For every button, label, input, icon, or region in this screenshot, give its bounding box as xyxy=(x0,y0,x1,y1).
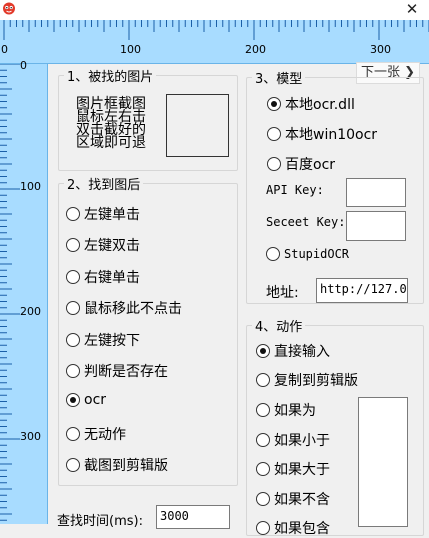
after-found-option-0[interactable]: 左键单击 xyxy=(66,204,140,224)
radio-indicator xyxy=(66,364,80,378)
condition-text-area[interactable] xyxy=(358,397,408,527)
settings-panel: 1、被找的图片 图片框截图 鼠标左右击 双击截好的 区域即可退 2、找到图后 左… xyxy=(48,62,429,537)
group-legend: 3、模型 xyxy=(255,72,303,87)
condition-option-4[interactable]: 如果包含 xyxy=(256,518,330,538)
ruler-left-label: 200 xyxy=(20,305,41,318)
address-label: 地址: xyxy=(266,285,299,301)
close-icon: ✕ xyxy=(405,0,419,18)
after-found-option-2[interactable]: 右键单击 xyxy=(66,267,140,287)
radio-label: 如果小于 xyxy=(274,432,330,449)
radio-label: ocr xyxy=(84,392,107,409)
radio-label: 截图到剪辑版 xyxy=(84,458,168,475)
address-input[interactable]: http://127.0.0.1: xyxy=(316,278,408,303)
radio-indicator xyxy=(256,373,270,387)
app-logo-icon xyxy=(3,2,15,15)
condition-option-2[interactable]: 如果大于 xyxy=(256,459,330,479)
capture-hint-text: 图片框截图 鼠标左右击 双击截好的 区域即可退 xyxy=(76,97,146,151)
radio-indicator xyxy=(267,157,281,171)
radio-indicator xyxy=(256,432,270,447)
search-time-value: 3000 xyxy=(160,509,189,523)
ruler-top-label: 100 xyxy=(120,43,141,56)
radio-label: 如果大于 xyxy=(274,462,330,478)
radio-indicator xyxy=(256,491,270,506)
after-found-option-1[interactable]: 左键双击 xyxy=(66,235,140,255)
condition-value xyxy=(359,398,407,402)
radio-label: 本地win10ocr xyxy=(285,127,378,143)
vertical-ruler-ticks xyxy=(0,64,20,521)
after-found-option-3[interactable]: 鼠标移此不点击 xyxy=(66,298,182,318)
radio-label: 复制到剪辑版 xyxy=(274,373,358,389)
radio-label: 如果包含 xyxy=(274,521,330,537)
group-legend: 4、动作 xyxy=(255,320,303,335)
radio-indicator xyxy=(256,462,270,476)
action-option-1[interactable]: 复制到剪辑版 xyxy=(256,370,358,390)
radio-label: 如果为 xyxy=(274,403,316,419)
radio-indicator xyxy=(66,238,80,253)
radio-indicator xyxy=(266,247,280,261)
hint-line: 区域即可退 xyxy=(76,135,146,151)
search-time-input[interactable]: 3000 xyxy=(156,505,230,529)
radio-label: StupidOCR xyxy=(284,247,350,261)
ruler-left-label: 0 xyxy=(20,59,27,72)
radio-label: 如果不含 xyxy=(274,491,330,508)
address-value: http://127.0.0.1: xyxy=(320,282,407,296)
radio-label: 鼠标移此不点击 xyxy=(84,301,182,318)
image-preview-box[interactable] xyxy=(166,94,229,157)
radio-label: 本地ocr.dll xyxy=(285,97,355,113)
radio-indicator xyxy=(66,301,80,316)
secret-key-label: Seceet Key: xyxy=(266,215,346,229)
ruler-left-label: 300 xyxy=(20,430,41,443)
horizontal-ruler[interactable]: 0 100 200 300 xyxy=(0,20,429,64)
radio-label: 左键双击 xyxy=(84,238,140,255)
radio-indicator xyxy=(256,344,270,358)
ruler-left-label: 100 xyxy=(20,180,41,193)
radio-indicator xyxy=(256,403,270,417)
radio-indicator xyxy=(66,207,80,221)
title-bar: ✕ xyxy=(0,0,429,20)
radio-indicator xyxy=(256,521,270,535)
search-time-label: 查找时间(ms): xyxy=(57,514,143,529)
radio-indicator xyxy=(66,332,80,347)
model-option-2[interactable]: 百度ocr xyxy=(267,154,335,174)
radio-label: 百度ocr xyxy=(285,157,336,173)
radio-label: 右键单击 xyxy=(84,269,140,286)
condition-option-1[interactable]: 如果小于 xyxy=(256,430,330,450)
ruler-top-label: 200 xyxy=(245,43,266,56)
horizontal-ruler-ticks xyxy=(3,20,429,40)
radio-indicator xyxy=(66,458,80,473)
api-key-input[interactable] xyxy=(346,178,406,207)
api-key-label: API Key: xyxy=(266,183,324,197)
api-key-value xyxy=(347,179,405,183)
action-option-0[interactable]: 直接输入 xyxy=(256,341,330,361)
after-found-option-7[interactable]: 无动作 xyxy=(66,424,126,444)
after-found-option-6[interactable]: ocr xyxy=(66,392,106,408)
secret-key-input[interactable] xyxy=(346,211,406,241)
radio-label: 判断是否存在 xyxy=(84,364,168,380)
radio-label: 无动作 xyxy=(84,426,126,443)
group-legend: 2、找到图后 xyxy=(67,178,141,193)
radio-indicator xyxy=(267,127,281,141)
model-option-0[interactable]: 本地ocr.dll xyxy=(267,94,355,114)
model-option-1[interactable]: 本地win10ocr xyxy=(267,124,377,144)
ruler-top-label: 0 xyxy=(1,43,8,56)
radio-label: 直接输入 xyxy=(274,344,330,360)
radio-indicator xyxy=(66,269,80,284)
radio-label: 左键按下 xyxy=(84,332,140,349)
after-found-option-4[interactable]: 左键按下 xyxy=(66,330,140,350)
close-button[interactable]: ✕ xyxy=(395,0,429,20)
radio-indicator xyxy=(66,393,80,408)
after-found-option-8[interactable]: 截图到剪辑版 xyxy=(66,455,168,475)
condition-option-3[interactable]: 如果不含 xyxy=(256,489,330,509)
radio-indicator xyxy=(66,426,80,441)
radio-label: 左键单击 xyxy=(84,207,140,223)
vertical-ruler[interactable]: 0 100 200 300 xyxy=(0,59,48,524)
after-found-option-5[interactable]: 判断是否存在 xyxy=(66,361,168,381)
secret-key-value xyxy=(347,212,405,216)
ruler-top-label: 300 xyxy=(370,43,391,56)
model-option-stupidocr[interactable]: StupidOCR xyxy=(266,247,349,261)
radio-indicator xyxy=(267,97,281,111)
group-legend: 1、被找的图片 xyxy=(67,70,154,85)
condition-option-0[interactable]: 如果为 xyxy=(256,400,316,420)
